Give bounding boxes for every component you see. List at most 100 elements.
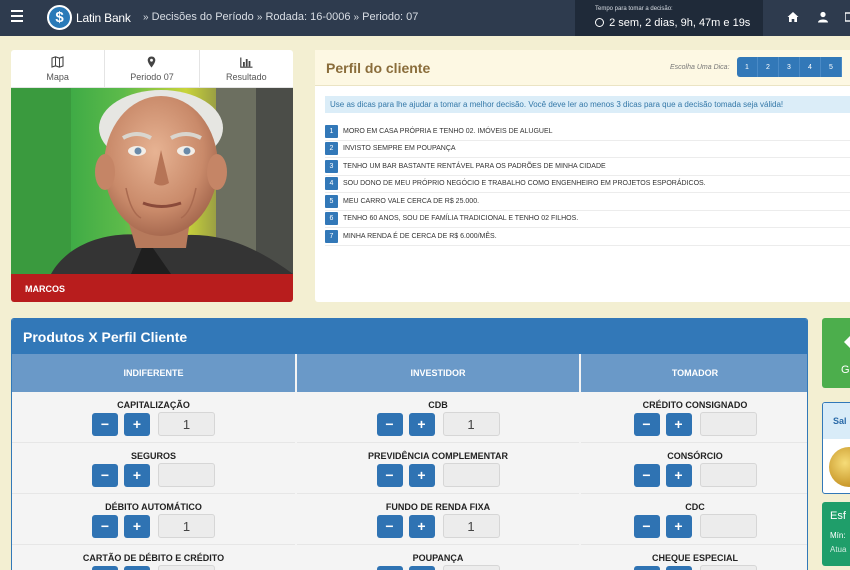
perfil-title: Perfil do cliente (326, 60, 431, 76)
plus-button[interactable]: + (665, 565, 692, 570)
product-name: CRÉDITO CONSIGNADO (642, 400, 748, 410)
product-row: CDB − +1 (297, 392, 579, 443)
minus-button[interactable]: − (633, 412, 660, 436)
minus-button[interactable]: − (376, 463, 403, 487)
product-row: CONSÓRCIO − + (581, 443, 807, 494)
quantity-input[interactable] (699, 514, 757, 538)
quantity-input[interactable]: 1 (158, 514, 215, 538)
home-icon[interactable] (787, 11, 799, 23)
column-indiferente: INDIFERENTE CAPITALIZAÇÃO − +1 SEGUROS − +… (12, 354, 295, 570)
breadcrumb-decisoes[interactable]: Decisões do Período (152, 11, 254, 23)
hint-number: 4 (325, 177, 338, 191)
quantity-input[interactable] (442, 463, 500, 487)
quantity-input[interactable]: 1 (442, 514, 500, 538)
clock-icon (595, 18, 604, 27)
perfil-info-alert: Use as dicas para lhe ajudar a tomar a m… (325, 96, 850, 113)
quantity-input[interactable] (699, 565, 757, 570)
hint-item: 1 MORO EM CASA PRÓPRIA E TENHO 02. IMÓVEI… (325, 123, 850, 141)
tab-mapa[interactable]: Mapa (11, 50, 106, 87)
hint-number: 6 (325, 212, 338, 226)
minus-button[interactable]: − (92, 412, 118, 436)
logo[interactable]: $ Latin Bank (47, 5, 131, 30)
chevron-double-right-icon: » (256, 12, 263, 23)
minus-button[interactable]: − (92, 463, 118, 487)
product-row: POUPANÇA −+ (297, 545, 579, 570)
plus-button[interactable]: + (124, 412, 150, 436)
esforco-title: Esf (830, 510, 846, 522)
dollar-icon: $ (47, 5, 72, 30)
dica-label: Escolha Uma Dica: (670, 64, 730, 71)
quantity-input[interactable] (699, 463, 757, 487)
plus-button[interactable]: + (408, 565, 435, 570)
breadcrumb-periodo: Periodo: 07 (362, 11, 419, 23)
minus-button[interactable]: − (633, 514, 660, 538)
user-icon[interactable] (817, 11, 829, 23)
product-name: CDB (428, 400, 448, 410)
chevron-double-right-icon: » (143, 12, 149, 23)
breadcrumb: » Decisões do Período » Rodada: 16-0006 … (143, 11, 418, 23)
map-icon (51, 56, 64, 68)
quantity-input[interactable]: 1 (158, 412, 215, 436)
plus-button[interactable]: + (665, 514, 692, 538)
product-name: SEGUROS (130, 451, 176, 461)
plus-button[interactable]: + (124, 463, 150, 487)
hint-item: 3 TENHO UM BAR BASTANTE RENTÁVEL PARA OS … (325, 158, 850, 176)
minus-button[interactable]: − (376, 514, 403, 538)
quantity-input[interactable] (699, 412, 757, 436)
column-investidor: INVESTIDOR CDB − +1 PREVIDÊNCIA COMPLEMEN… (297, 354, 579, 570)
quantity-input[interactable] (158, 463, 215, 487)
dica-button-group: 1 2 3 4 5 (737, 57, 842, 77)
product-name: FUNDO DE RENDA FIXA (385, 502, 491, 512)
column-tomador: TOMADOR CRÉDITO CONSIGNADO − + CONSÓRCIO … (581, 354, 807, 570)
product-name: PREVIDÊNCIA COMPLEMENTAR (367, 451, 508, 461)
minus-button[interactable]: − (376, 412, 403, 436)
perfil-header: Perfil do cliente Escolha Uma Dica: 1 2 … (315, 50, 850, 86)
plus-button[interactable]: + (124, 514, 150, 538)
tab-mapa-label: Mapa (46, 72, 69, 82)
plus-button[interactable]: + (665, 463, 692, 487)
dica-button-3[interactable]: 3 (779, 57, 800, 77)
bar-chart-icon (240, 57, 253, 68)
hint-text: INVISTO SEMPRE EM POUPANÇA (343, 145, 456, 153)
tab-periodo[interactable]: Periodo 07 (105, 50, 200, 87)
hint-item: 6 TENHO 60 ANOS, SOU DE FAMÍLIA TRADICION… (325, 211, 850, 228)
product-name: CDC (685, 502, 705, 512)
logout-icon[interactable] (845, 11, 850, 23)
minus-button[interactable]: − (376, 565, 403, 570)
dica-button-5[interactable]: 5 (821, 57, 842, 77)
plus-button[interactable]: + (408, 412, 435, 436)
dica-button-1[interactable]: 1 (737, 57, 758, 77)
hint-text: TENHO UM BAR BASTANTE RENTÁVEL PARA OS P… (343, 162, 606, 170)
product-row: PREVIDÊNCIA COMPLEMENTAR − + (297, 443, 579, 494)
hint-item: 5 MEU CARRO VALE CERCA DE R$ 25.000. (325, 193, 850, 211)
hint-number: 3 (325, 159, 338, 173)
plus-button[interactable]: + (408, 514, 435, 538)
dica-button-2[interactable]: 2 (758, 57, 779, 77)
plus-button[interactable]: + (408, 463, 435, 487)
esforco-panel: Esf Mín: Atua (822, 502, 850, 566)
menu-icon[interactable] (11, 10, 23, 26)
saldo-panel: Sal (822, 402, 850, 494)
quantity-input[interactable] (158, 565, 215, 570)
minus-button[interactable]: − (633, 463, 660, 487)
hint-item: 7 MINHA RENDA É DE CERCA DE R$ 6.000/MÊS. (325, 228, 850, 246)
confirm-button[interactable]: G (822, 318, 850, 388)
minus-button[interactable]: − (92, 565, 118, 570)
product-name: POUPANÇA (412, 553, 464, 563)
tab-resultado[interactable]: Resultado (200, 50, 293, 87)
dica-button-4[interactable]: 4 (800, 57, 821, 77)
map-marker-icon (148, 56, 156, 68)
column-header: INDIFERENTE (12, 354, 295, 392)
produtos-panel: Produtos X Perfil Cliente INDIFERENTE CA… (11, 318, 808, 570)
minus-button[interactable]: − (633, 565, 660, 570)
hint-item: 2 INVISTO SEMPRE EM POUPANÇA (325, 141, 850, 158)
plus-button[interactable]: + (124, 565, 150, 570)
plus-button[interactable]: + (665, 412, 692, 436)
quantity-input[interactable] (442, 565, 500, 570)
minus-button[interactable]: − (92, 514, 118, 538)
hint-number: 7 (325, 229, 338, 243)
timer-label: Tempo para tomar a decisão: (595, 6, 673, 12)
quantity-input[interactable]: 1 (442, 412, 500, 436)
chevron-double-right-icon: » (353, 12, 360, 23)
breadcrumb-rodada[interactable]: Rodada: 16-0006 (265, 11, 350, 23)
